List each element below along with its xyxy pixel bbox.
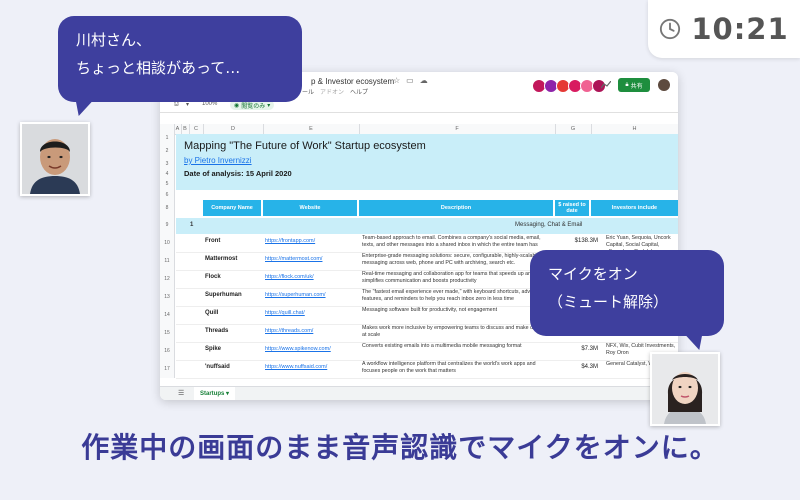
category-row[interactable] xyxy=(176,218,678,234)
raised-cell: $138.3M xyxy=(574,238,598,244)
company-name: Superhuman xyxy=(205,292,242,298)
row-number[interactable]: 15 xyxy=(160,324,175,342)
spreadsheet-window: p & Investor ecosystem ☆ ▭ ☁ ータ ツール アドオン… xyxy=(160,72,678,400)
th-investors[interactable]: Investors include xyxy=(591,200,678,216)
lock-icon: 🔒︎ xyxy=(625,81,629,88)
row-number[interactable]: 4 xyxy=(160,169,175,179)
row-number[interactable]: 17 xyxy=(160,360,175,378)
th-website[interactable]: Website xyxy=(263,200,357,216)
website-link[interactable]: https://mattermost.com/ xyxy=(265,256,322,262)
activity-trend-icon[interactable] xyxy=(601,81,611,89)
company-name: Spike xyxy=(205,346,222,352)
row-number[interactable]: 16 xyxy=(160,342,175,360)
website-link[interactable]: https://frontapp.com/ xyxy=(265,238,315,244)
column-header[interactable]: F xyxy=(359,124,556,134)
column-header[interactable]: D xyxy=(203,124,264,134)
column-header[interactable]: C xyxy=(189,124,204,134)
all-sheets-icon[interactable]: ☰ xyxy=(178,389,184,397)
bubble-line: マイクをオン xyxy=(548,265,638,283)
column-header[interactable]: G xyxy=(555,124,592,134)
row-number[interactable]: 5 xyxy=(160,179,175,190)
share-label: 共有 xyxy=(630,83,643,90)
cloud-icon[interactable]: ☁ xyxy=(420,76,428,85)
participant-photo-woman xyxy=(650,352,720,426)
author-link[interactable]: by Pietro Invernizzi xyxy=(184,156,252,165)
row-number[interactable]: 9 xyxy=(160,216,175,234)
table-row[interactable]: Spike https://www.spikenow.com/ Converts… xyxy=(176,342,678,361)
website-link[interactable]: https://quill.chat/ xyxy=(265,310,305,316)
row-number[interactable]: 3 xyxy=(160,159,175,169)
website-link[interactable]: https://threads.com/ xyxy=(265,328,313,334)
row-number[interactable]: 14 xyxy=(160,306,175,324)
document-title[interactable]: p & Investor ecosystem xyxy=(311,77,394,86)
company-name: Quill xyxy=(205,310,219,316)
category-number: 1 xyxy=(190,222,194,228)
row-number[interactable]: 13 xyxy=(160,288,175,306)
move-folder-icon[interactable]: ▭ xyxy=(406,76,414,85)
clock-time: 10:21 xyxy=(691,12,789,46)
column-header[interactable]: E xyxy=(263,124,360,134)
row-number[interactable]: 11 xyxy=(160,252,175,270)
website-link[interactable]: https://flock.com/uk/ xyxy=(265,274,314,280)
description-cell: Converts existing emails into a multimed… xyxy=(362,343,522,349)
bubble-line: 川村さん、 xyxy=(76,31,152,49)
description-cell: Team-based approach to email. Combines a… xyxy=(362,235,541,248)
sheet-title[interactable]: Mapping "The Future of Work" Startup eco… xyxy=(184,140,426,152)
print-icon[interactable]: ⎙ xyxy=(174,101,179,108)
menu-help[interactable]: ヘルプ xyxy=(350,87,368,96)
speech-bubble-user: マイクをオン （ミュート解除） xyxy=(530,250,724,336)
chevron-down-icon: ▾ xyxy=(267,102,271,109)
th-company[interactable]: Company Name xyxy=(203,200,261,216)
company-name: Threads xyxy=(205,328,229,334)
row-number[interactable]: 8 xyxy=(160,200,175,216)
collaborator-avatars[interactable] xyxy=(532,79,606,93)
filter-icon[interactable]: ▾ xyxy=(186,101,189,108)
bubble-line: （ミュート解除） xyxy=(548,293,669,311)
website-link[interactable]: https://www.nuffsaid.com/ xyxy=(265,364,327,370)
row-number[interactable]: 6 xyxy=(160,190,175,200)
website-link[interactable]: https://www.spikenow.com/ xyxy=(265,346,331,352)
website-link[interactable]: https://superhuman.com/ xyxy=(265,292,326,298)
caption: 作業中の画面のまま音声認識でマイクをオンに。 xyxy=(81,431,719,464)
table-row[interactable]: 'nuffsaid https://www.nuffsaid.com/ A wo… xyxy=(176,360,678,379)
clock-icon xyxy=(660,18,681,40)
row-number[interactable]: 1 xyxy=(160,134,175,143)
row-number[interactable]: 12 xyxy=(160,270,175,288)
category-label: Messaging, Chat & Email xyxy=(515,222,583,228)
eye-icon: ◉ xyxy=(234,102,240,109)
man-portrait xyxy=(22,124,88,194)
analysis-date[interactable]: Date of analysis: 15 April 2020 xyxy=(184,169,292,178)
star-icon[interactable]: ☆ xyxy=(393,76,400,85)
company-name: Flock xyxy=(205,274,221,280)
row-number[interactable]: 10 xyxy=(160,234,175,252)
company-name: 'nuffsaid xyxy=(205,364,230,370)
description-cell: The "fastest email experience ever made,… xyxy=(362,289,545,302)
share-button[interactable]: 🔒︎ 共有 xyxy=(618,78,650,92)
description-cell: Real-time messaging and collaboration ap… xyxy=(362,271,534,284)
description-cell: Enterprise-grade messaging solutions: se… xyxy=(362,253,540,266)
row-number[interactable]: 2 xyxy=(160,143,175,159)
th-raised[interactable]: $ raised to date xyxy=(555,200,589,216)
raised-cell: $4.3M xyxy=(581,364,598,370)
raised-cell: $7.3M xyxy=(581,346,598,352)
select-all-corner[interactable] xyxy=(160,124,175,134)
description-cell: Messaging software built for productivit… xyxy=(362,307,498,313)
investors-cell: Eric Yuan, Sequoia, Uncork Capital, Soci… xyxy=(606,235,671,250)
description-cell: Makes work more inclusive by empowering … xyxy=(362,325,553,338)
th-description[interactable]: Description xyxy=(359,200,553,216)
sheet-tab-label: Startups xyxy=(200,391,225,397)
woman-portrait xyxy=(652,354,718,424)
account-avatar[interactable] xyxy=(658,79,670,91)
clock-widget: 10:21 xyxy=(648,0,800,58)
company-name: Mattermost xyxy=(205,256,238,262)
description-cell: A workflow intelligence platform that ce… xyxy=(362,361,536,374)
participant-photo-man xyxy=(20,122,90,196)
company-name: Front xyxy=(205,238,221,244)
sheet-tab-startups[interactable]: Startups ▾ xyxy=(194,387,236,400)
column-header[interactable]: H xyxy=(591,124,678,134)
menu-addons[interactable]: アドオン xyxy=(320,87,344,96)
sheet-tab-bar: ☰ Startups ▾ xyxy=(160,386,678,400)
speech-bubble-colleague: 川村さん、 ちょっと相談があって… xyxy=(58,16,302,102)
bubble-line: ちょっと相談があって… xyxy=(76,59,241,77)
